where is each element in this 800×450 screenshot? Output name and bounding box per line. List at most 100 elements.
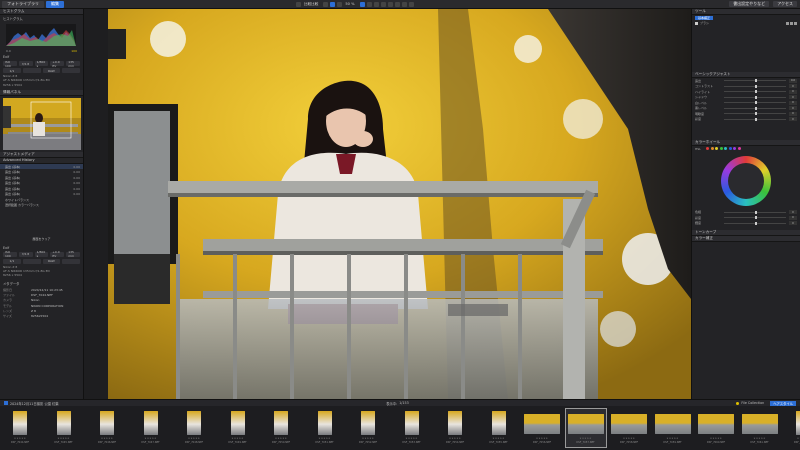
color-correct-title[interactable]: カラー補正: [692, 236, 800, 242]
filmstrip-thumbnail[interactable]: ★★★★★ DSF_7061.NEF: [740, 409, 780, 447]
slider[interactable]: [724, 95, 786, 100]
brush-tool-icon[interactable]: [373, 1, 379, 7]
eraser-icon[interactable]: [380, 1, 386, 7]
thumbnail-image: [100, 411, 114, 435]
collection-label[interactable]: File Collection: [741, 401, 764, 405]
thumbnail-image: [567, 414, 604, 434]
compare-label[interactable]: 比較比較: [304, 2, 318, 7]
filmstrip-thumbnail[interactable]: ★★★★★DSF_7062.NEF: [783, 409, 800, 447]
navigator-section-title[interactable]: 情報パネル: [0, 89, 83, 96]
rating-stars[interactable]: ★★★★★: [0, 437, 40, 440]
collection-icon[interactable]: [736, 401, 740, 405]
filmstrip-thumbnail[interactable]: ★★★★★ DSF_7059.NEF: [653, 409, 693, 447]
navigator-preview[interactable]: [3, 97, 81, 150]
rating-stars[interactable]: ★★★★★: [783, 437, 800, 440]
filmstrip-thumbnail[interactable]: ★★★★★ DSF_7053.NEF: [392, 409, 432, 447]
photo-canvas[interactable]: [108, 9, 691, 399]
filmstrip-thumbnail[interactable]: ★★★★★ DSF_7045.NEF: [44, 409, 84, 447]
filmstrip-thumbnail[interactable]: ★★★★★ DSF_7060.NEF: [696, 409, 736, 447]
more-button[interactable]: アクセス: [773, 1, 797, 7]
preset-select[interactable]: 基本補正: [695, 15, 714, 20]
tab-edit[interactable]: 編集: [46, 0, 64, 8]
brush-label[interactable]: ブラシ: [700, 21, 709, 25]
slider[interactable]: [724, 117, 786, 122]
filmstrip-thumbnail[interactable]: ★★★★★ DSF_7058.NEF: [609, 409, 649, 447]
export-button[interactable]: 書出設定やりなど: [729, 1, 770, 7]
stamp-icon[interactable]: [408, 1, 414, 7]
thumbnail-image: [187, 411, 201, 435]
clear-history-button[interactable]: 履歴をクリア: [27, 237, 57, 242]
filter-icon[interactable]: [4, 401, 8, 405]
rating-stars[interactable]: ★★★★★: [218, 437, 258, 440]
adjust-row[interactable]: 輝度 0: [692, 221, 800, 227]
filmstrip-thumbnail[interactable]: ★★★★★ DSF_7056.NEF: [522, 409, 562, 447]
histogram-graph: [6, 28, 76, 46]
thumbnail-image: [796, 411, 800, 435]
rating-stars[interactable]: ★★★★★: [479, 437, 519, 440]
swatch-purple[interactable]: [733, 147, 737, 151]
mask-icon[interactable]: [790, 21, 793, 25]
rating-stars[interactable]: ★★★★★: [435, 437, 475, 440]
filmstrip-thumbnail[interactable]: ★★★★★ DSF_7046.NEF: [87, 409, 127, 447]
slider[interactable]: [724, 84, 786, 89]
swatch-blue[interactable]: [728, 147, 732, 151]
filmstrip-thumbnail[interactable]: ★★★★★ DSF_7050.NEF: [261, 409, 301, 447]
swatch-red[interactable]: [706, 147, 710, 151]
brush-icon[interactable]: [695, 21, 698, 25]
rating-stars[interactable]: ★★★★★: [261, 437, 301, 440]
swatch-orange[interactable]: [710, 147, 714, 151]
rating-stars[interactable]: ★★★★★: [392, 437, 432, 440]
rating-stars[interactable]: ★★★★★: [44, 437, 84, 440]
slider[interactable]: [724, 221, 786, 226]
rating-stars[interactable]: ★★★★★: [740, 437, 780, 440]
rating-stars[interactable]: ★★★★★: [87, 437, 127, 440]
undo-icon[interactable]: [323, 1, 329, 7]
filter-label[interactable]: 2024年12月11日撮影 公園 紅葉: [10, 401, 59, 406]
heal-icon[interactable]: [401, 1, 407, 7]
gradient-icon[interactable]: [387, 1, 393, 7]
panel-toggle[interactable]: ヘアスタイル: [770, 400, 796, 406]
filmstrip-thumbnail[interactable]: ★★★★★ DSF_7048.NEF: [174, 409, 214, 447]
slider[interactable]: [724, 210, 786, 215]
crop-icon[interactable]: [359, 1, 365, 7]
view-icon[interactable]: [330, 1, 336, 7]
tab-library[interactable]: フォトライブラリ: [2, 0, 44, 8]
zoom-level[interactable]: 50 %: [345, 2, 354, 6]
redo-icon[interactable]: [337, 1, 343, 7]
slider[interactable]: [724, 111, 786, 116]
rotate-icon[interactable]: [366, 1, 372, 7]
slider[interactable]: [724, 215, 786, 220]
filmstrip-thumbnail[interactable]: ★★★★★ DSF_7051.NEF: [305, 409, 345, 447]
rating-stars[interactable]: ★★★★★: [305, 437, 345, 440]
rating-stars[interactable]: ★★★★★: [131, 437, 171, 440]
thumbnail-image: [143, 411, 158, 435]
copy-icon[interactable]: [794, 21, 797, 25]
rating-stars[interactable]: ★★★★★: [522, 437, 562, 440]
swatch-yellow[interactable]: [715, 147, 719, 151]
color-wheel[interactable]: [721, 155, 771, 206]
rating-stars[interactable]: ★★★★★: [653, 437, 693, 440]
slider[interactable]: [724, 106, 786, 111]
pen-icon[interactable]: [786, 21, 789, 25]
rating-stars[interactable]: ★★★★★: [696, 437, 736, 440]
swatch-green[interactable]: [719, 147, 723, 151]
filmstrip-thumbnail[interactable]: ★★★★★ DSF_7049.NEF: [218, 409, 258, 447]
filmstrip-thumbnail[interactable]: ★★★★★ DSF_7052.NEF: [348, 409, 388, 447]
slider[interactable]: [724, 100, 786, 105]
filmstrip-thumbnail[interactable]: ★★★★★ DSF_7054.NEF: [435, 409, 475, 447]
picker-icon[interactable]: [394, 1, 400, 7]
slider[interactable]: [724, 89, 786, 94]
rating-stars[interactable]: ★★★★★: [348, 437, 388, 440]
rating-stars[interactable]: ★★★★★: [174, 437, 214, 440]
filmstrip-thumbnail[interactable]: ★★★★★ DSF_7047.NEF: [131, 409, 171, 447]
thumbnail-filename: DSF_7044.NEF: [10, 441, 30, 444]
filmstrip-thumbnail[interactable]: ★★★★★ DSF_7044.NEF: [0, 409, 40, 447]
slider[interactable]: [724, 78, 786, 83]
rating-stars[interactable]: ★★★★★: [566, 437, 606, 440]
filmstrip-thumbnail[interactable]: ★★★★★ DSF_7055.NEF: [479, 409, 519, 447]
filmstrip-thumbnail[interactable]: ★★★★★ DSF_7057.NEF: [564, 408, 607, 448]
grid-icon[interactable]: [296, 1, 301, 7]
swatch-magenta[interactable]: [737, 147, 741, 151]
rating-stars[interactable]: ★★★★★: [609, 437, 649, 440]
swatch-cyan[interactable]: [724, 147, 728, 151]
